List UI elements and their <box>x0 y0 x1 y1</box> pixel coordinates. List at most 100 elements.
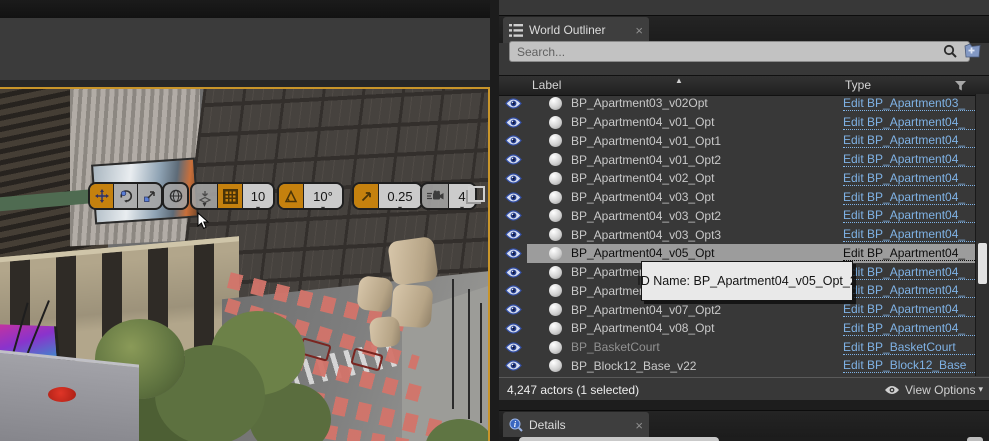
actor-label[interactable]: BP_Apartment04_v01_Opt <box>571 115 714 129</box>
search-input[interactable] <box>509 41 970 62</box>
table-row[interactable]: BP_Apartment04_v01_Opt1 Edit BP_Apartmen… <box>499 132 975 151</box>
edit-blueprint-link[interactable]: Edit BP_Apartment04_ <box>843 152 975 168</box>
camera-speed-button[interactable] <box>422 184 449 208</box>
edit-blueprint-link[interactable]: Edit BP_Apartment04_ <box>843 265 975 280</box>
outliner-column-header[interactable]: Label ▲ Type <box>499 75 989 96</box>
actor-label[interactable]: BP_Apartment04_v02_Opt <box>571 171 714 185</box>
visibility-toggle[interactable] <box>499 304 527 315</box>
visibility-toggle[interactable] <box>499 192 527 203</box>
edit-blueprint-link[interactable]: Edit BP_Apartment04_ <box>843 133 975 149</box>
visibility-toggle[interactable] <box>499 342 527 353</box>
table-row[interactable]: BP_Apartment04_v03_Opt Edit BP_Apartment… <box>499 188 975 207</box>
edit-blueprint-link[interactable]: Edit BP_Apartment04_ <box>843 115 975 130</box>
details-lock-button-partial[interactable] <box>967 437 983 441</box>
actor-label[interactable]: BP_BasketCourt <box>571 340 660 354</box>
table-row[interactable]: BP_Apartment04_v02_Opt Edit BP_Apartment… <box>499 169 975 188</box>
row-main[interactable]: BP_Block12_Base_v22 Edit BP_Block12_Base <box>527 357 975 376</box>
scale-snap-toggle-button[interactable] <box>354 184 379 208</box>
visibility-toggle[interactable] <box>499 154 527 165</box>
actor-label[interactable]: BP_Apartment04_v01_Opt2 <box>571 153 721 167</box>
edit-blueprint-link[interactable]: Edit BP_Apartment04_ <box>843 283 975 299</box>
tab-details[interactable]: i Details × <box>503 412 649 438</box>
row-main[interactable]: BP_BasketCourt Edit BP_BasketCourt <box>527 338 975 357</box>
visibility-toggle[interactable] <box>499 323 527 334</box>
edit-blueprint-link[interactable]: Edit BP_Apartment03_ <box>843 96 975 111</box>
rotate-tool-button[interactable] <box>114 184 138 208</box>
view-options-button[interactable]: View Options ▾ <box>884 383 983 397</box>
table-row[interactable]: BP_Apartment04_v08_Opt Edit BP_Apartment… <box>499 319 975 338</box>
visibility-toggle[interactable] <box>499 210 527 221</box>
table-row[interactable]: BP_Apartment04_v01_Opt Edit BP_Apartment… <box>499 113 975 132</box>
create-folder-button[interactable] <box>963 42 982 59</box>
outliner-scrollbar[interactable] <box>975 94 989 376</box>
actor-label[interactable]: BP_Apartment04_v08_Opt <box>571 321 714 335</box>
surface-snap-button[interactable]: ▾ <box>192 184 218 208</box>
row-main[interactable]: BP_Apartment04_v08_Opt Edit BP_Apartment… <box>527 319 975 338</box>
row-main[interactable]: BP_Apartment04_v01_Opt Edit BP_Apartment… <box>527 113 975 132</box>
row-main[interactable]: BP_Apartment03_v02Opt Edit BP_Apartment0… <box>527 94 975 113</box>
scale-tool-button[interactable] <box>138 184 161 208</box>
details-search-box-partial[interactable] <box>519 437 719 441</box>
grid-snap-toggle-button[interactable] <box>218 184 243 208</box>
actor-label[interactable]: BP_Apartment04_v05_Opt <box>571 246 714 260</box>
edit-blueprint-link[interactable]: Edit BP_Apartment04_ <box>843 208 975 224</box>
table-row[interactable]: BP_Apartment04_v01_Opt2 Edit BP_Apartmen… <box>499 150 975 169</box>
row-main[interactable]: BP_Apartment04_v03_Opt Edit BP_Apartment… <box>527 188 975 207</box>
table-row[interactable]: BP_Apartment03_v02Opt Edit BP_Apartment0… <box>499 94 975 113</box>
world-space-button[interactable] <box>164 184 187 208</box>
actor-label[interactable]: BP_Apartment04_v01_Opt1 <box>571 134 721 148</box>
3d-viewport[interactable]: ▾ 10 ▾ 10° ▾ 0.25 ▾ 4 ▾ <box>0 87 490 441</box>
edit-blueprint-link[interactable]: Edit BP_Apartment04_ <box>843 302 975 318</box>
maximize-viewport-button[interactable] <box>468 186 485 202</box>
column-header-type[interactable]: Type <box>845 78 871 92</box>
rotation-snap-toggle-button[interactable] <box>279 184 304 208</box>
scrollbar-thumb[interactable] <box>978 243 987 284</box>
edit-blueprint-link[interactable]: Edit BP_Apartment04_ <box>843 227 975 243</box>
visibility-toggle[interactable] <box>499 135 527 146</box>
edit-blueprint-link[interactable]: Edit BP_Apartment04_ <box>843 321 975 336</box>
visibility-toggle[interactable] <box>499 285 527 296</box>
table-row[interactable]: BP_BasketCourt Edit BP_BasketCourt <box>499 338 975 357</box>
visibility-toggle[interactable] <box>499 229 527 240</box>
actor-label[interactable]: BP_Apartment03_v02Opt <box>571 96 708 110</box>
visibility-toggle[interactable] <box>499 248 527 259</box>
edit-blueprint-link[interactable]: Edit BP_Block12_Base <box>843 358 975 374</box>
visibility-toggle[interactable] <box>499 173 527 184</box>
column-header-label[interactable]: Label <box>532 78 561 92</box>
table-row[interactable]: BP_Apartment04_v03_Opt2 Edit BP_Apartmen… <box>499 207 975 226</box>
table-row[interactable]: BP_Block12_Base_v22 Edit BP_Block12_Base <box>499 357 975 376</box>
rotation-snap-value-button[interactable]: 10° ▾ <box>304 184 342 208</box>
visibility-toggle[interactable] <box>499 267 527 278</box>
row-main[interactable]: BP_Apartment04_v05_Opt Edit BP_Apartment… <box>527 244 975 263</box>
filter-icon[interactable] <box>955 81 966 91</box>
table-row[interactable]: BP_Apartment04_v07_Opt2 Edit BP_Apartmen… <box>499 300 975 319</box>
edit-blueprint-link[interactable]: Edit BP_Apartment04_ <box>843 171 975 186</box>
visibility-toggle[interactable] <box>499 117 527 128</box>
row-main[interactable]: BP_Apartment04_v02_Opt Edit BP_Apartment… <box>527 169 975 188</box>
row-main[interactable]: BP_Apartment04_v07_Opt2 Edit BP_Apartmen… <box>527 300 975 319</box>
scale-snap-value-button[interactable]: 0.25 ▾ <box>379 184 421 208</box>
visibility-toggle[interactable] <box>499 98 527 109</box>
close-icon[interactable]: × <box>635 418 643 433</box>
table-row[interactable]: BP_Apartment04_v05_Opt Edit BP_Apartment… <box>499 244 975 263</box>
move-tool-button[interactable] <box>90 184 114 208</box>
grid-snap-value-button[interactable]: 10 ▾ <box>243 184 273 208</box>
visibility-toggle[interactable] <box>499 360 527 371</box>
edit-blueprint-link[interactable]: Edit BP_Apartment04_ <box>843 246 975 261</box>
actor-sphere-icon <box>549 190 562 204</box>
scene-street-pole <box>468 289 470 419</box>
edit-blueprint-link[interactable]: Edit BP_Apartment04_ <box>843 190 975 205</box>
eye-icon <box>504 360 522 371</box>
row-main[interactable]: BP_Apartment04_v03_Opt2 Edit BP_Apartmen… <box>527 207 975 226</box>
actor-label[interactable]: BP_Apartment04_v07_Opt2 <box>571 303 721 317</box>
row-main[interactable]: BP_Apartment04_v03_Opt3 Edit BP_Apartmen… <box>527 225 975 244</box>
actor-label[interactable]: BP_Block12_Base_v22 <box>571 359 696 373</box>
row-main[interactable]: BP_Apartment04_v01_Opt2 Edit BP_Apartmen… <box>527 150 975 169</box>
actor-label[interactable]: BP_Apartment04_v03_Opt3 <box>571 228 721 242</box>
actor-label[interactable]: BP_Apartment04_v03_Opt <box>571 190 714 204</box>
edit-blueprint-link[interactable]: Edit BP_BasketCourt <box>843 340 975 355</box>
actor-label[interactable]: BP_Apartment04_v03_Opt2 <box>571 209 721 223</box>
table-row[interactable]: BP_Apartment04_v03_Opt3 Edit BP_Apartmen… <box>499 225 975 244</box>
row-main[interactable]: BP_Apartment04_v01_Opt1 Edit BP_Apartmen… <box>527 132 975 151</box>
scale-icon <box>143 191 155 202</box>
